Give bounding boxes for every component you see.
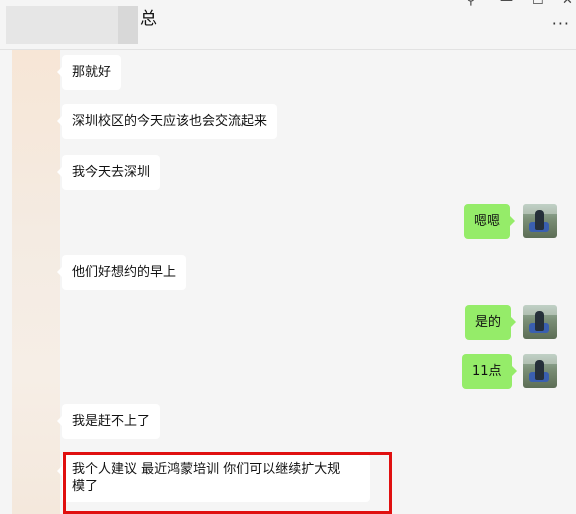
my-avatar[interactable] [523, 305, 557, 339]
maximize-icon[interactable]: ☐ [532, 0, 544, 8]
minimize-icon[interactable]: — [500, 0, 513, 8]
pin-icon[interactable]: ⚲ [466, 0, 476, 8]
close-icon[interactable]: ✕ [562, 0, 573, 8]
chat-title: 总 [140, 9, 157, 29]
my-avatar[interactable] [523, 354, 557, 388]
chat-header: 总 ⚲ — ☐ ✕ ··· [0, 0, 576, 50]
message-bubble[interactable]: 深圳校区的今天应该也会交流起来 [56, 104, 278, 139]
more-options-icon[interactable]: ··· [552, 14, 570, 33]
highlight-box [63, 452, 392, 514]
contact-name-redacted [6, 6, 138, 44]
message-bubble[interactable]: 那就好 [56, 55, 122, 90]
message-bubble-outgoing[interactable]: 嗯嗯 [464, 204, 516, 239]
message-bubble[interactable]: 他们好想约的早上 [56, 255, 187, 290]
message-bubble[interactable]: 我今天去深圳 [56, 155, 161, 190]
message-bubble-outgoing[interactable]: 是的 [465, 305, 517, 340]
message-bubble[interactable]: 我是赶不上了 [56, 404, 161, 439]
message-list[interactable]: 那就好 深圳校区的今天应该也会交流起来 我今天去深圳 嗯嗯 他们好想约的早上 是… [0, 50, 576, 514]
message-bubble-outgoing[interactable]: 11点 [462, 354, 517, 389]
my-avatar[interactable] [523, 204, 557, 238]
